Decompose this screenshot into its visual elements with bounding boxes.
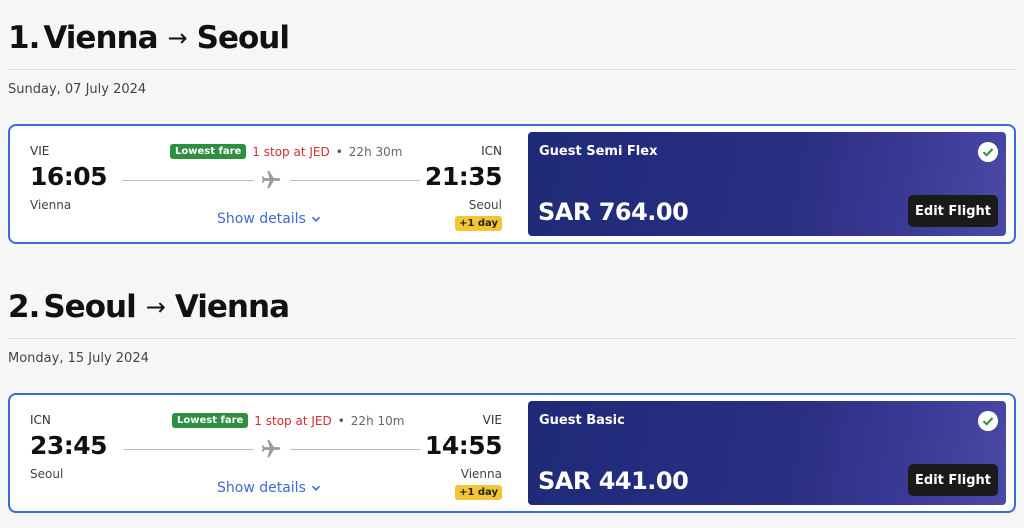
origin-city: Vienna — [43, 20, 158, 56]
flight-number: 1. — [8, 20, 40, 56]
check-circle-icon — [978, 411, 998, 431]
departure-time: 23:45 — [30, 431, 108, 460]
arrow-right-icon: → — [167, 24, 188, 52]
flight-number: 2. — [8, 289, 40, 325]
show-details-label: Show details — [217, 211, 306, 227]
check-circle-icon — [978, 142, 998, 162]
flight-card[interactable]: ICN 23:45 Seoul Lowest fare 1 stop at JE… — [8, 393, 1016, 513]
departure-time: 16:05 — [30, 162, 108, 191]
chevron-down-icon — [311, 485, 320, 491]
stops-info: 1 stop at JED — [254, 413, 332, 428]
departure-city: Seoul — [30, 467, 64, 481]
departure-code: VIE — [30, 144, 50, 158]
flight-card[interactable]: VIE 16:05 Vienna Lowest fare 1 stop at J… — [8, 124, 1016, 244]
lowest-fare-badge: Lowest fare — [170, 144, 247, 159]
edit-flight-button[interactable]: Edit Flight — [908, 195, 998, 227]
fare-panel[interactable]: Guest Basic SAR 441.00 Edit Flight — [528, 401, 1006, 505]
arrival-city: Vienna — [460, 467, 502, 481]
departure-code: ICN — [30, 413, 51, 427]
plane-icon — [261, 170, 281, 189]
flight-heading: 2. Seoul → Vienna — [8, 289, 290, 325]
section-divider — [8, 69, 1016, 70]
arrival-city: Seoul — [468, 198, 502, 212]
chevron-down-icon — [311, 216, 320, 222]
flight-heading: 1. Vienna → Seoul — [8, 20, 290, 56]
fare-price: SAR 441.00 — [538, 467, 689, 495]
flight-date: Sunday, 07 July 2024 — [8, 82, 147, 97]
route-line-left — [124, 449, 254, 450]
fare-panel[interactable]: Guest Semi Flex SAR 764.00 Edit Flight — [528, 132, 1006, 236]
flight-summary: Lowest fare 1 stop at JED • 22h 10m — [172, 413, 404, 428]
next-day-badge: +1 day — [455, 216, 502, 231]
section-divider — [8, 338, 1016, 339]
fare-name: Guest Basic — [539, 413, 625, 428]
flight-date: Monday, 15 July 2024 — [8, 351, 149, 366]
route-line-right — [290, 449, 420, 450]
separator-dot: • — [337, 413, 345, 428]
destination-city: Vienna — [174, 289, 290, 325]
route-line-right — [290, 180, 420, 181]
flight-duration: 22h 30m — [348, 144, 403, 159]
arrival-time: 21:35 — [424, 162, 503, 191]
next-day-badge: +1 day — [455, 485, 502, 500]
flight-duration: 22h 10m — [350, 413, 405, 428]
show-details-link[interactable]: Show details — [217, 480, 321, 496]
departure-city: Vienna — [30, 198, 72, 212]
separator-dot: • — [335, 144, 343, 159]
origin-city: Seoul — [43, 289, 136, 325]
show-details-label: Show details — [217, 480, 306, 496]
arrival-time: 14:55 — [424, 431, 503, 460]
lowest-fare-badge: Lowest fare — [172, 413, 249, 428]
show-details-link[interactable]: Show details — [217, 211, 321, 227]
plane-icon — [261, 439, 281, 458]
fare-price: SAR 764.00 — [538, 198, 689, 226]
stops-info: 1 stop at JED — [252, 144, 330, 159]
destination-city: Seoul — [196, 20, 290, 56]
edit-flight-button[interactable]: Edit Flight — [908, 464, 998, 496]
flight-summary: Lowest fare 1 stop at JED • 22h 30m — [170, 144, 402, 159]
arrival-code: ICN — [481, 144, 502, 158]
arrow-right-icon: → — [145, 293, 166, 321]
fare-name: Guest Semi Flex — [539, 144, 658, 159]
route-line-left — [122, 180, 254, 181]
arrival-code: VIE — [482, 413, 502, 427]
